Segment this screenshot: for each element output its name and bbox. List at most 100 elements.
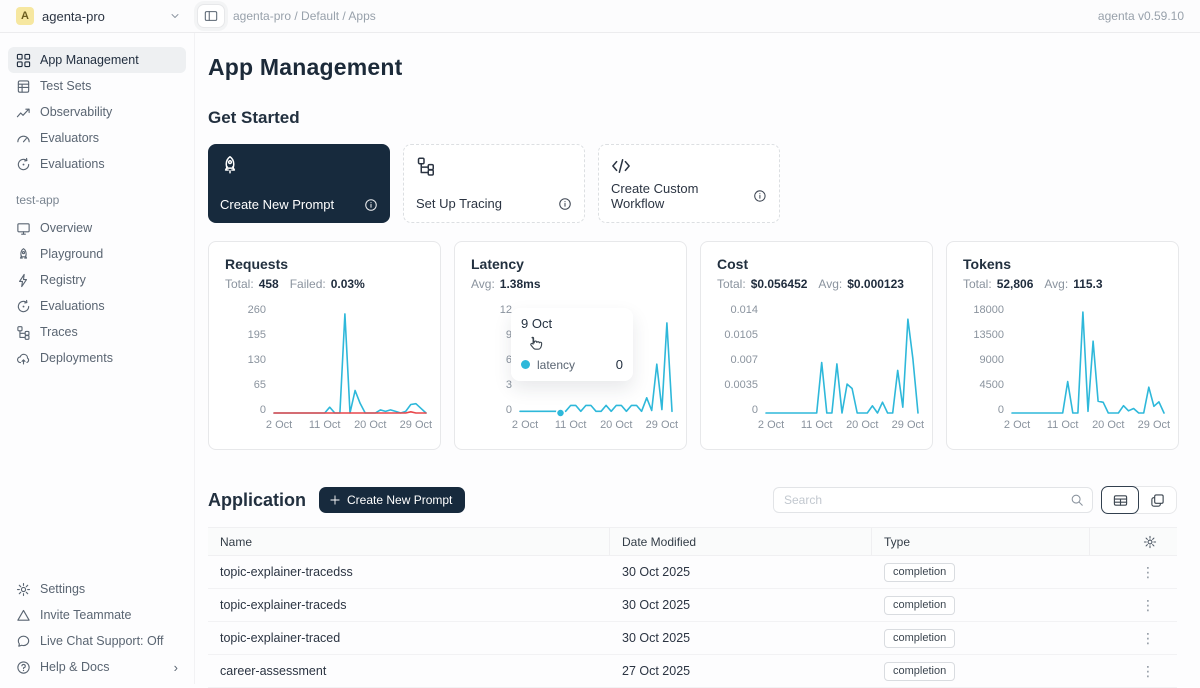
x-tick-label: 11 Oct bbox=[309, 419, 341, 431]
row-menu-button[interactable]: ⋮ bbox=[1090, 597, 1177, 614]
sidebar-item-test-sets[interactable]: Test Sets bbox=[8, 73, 186, 99]
sidebar-item-evaluations[interactable]: Evaluations bbox=[8, 151, 186, 177]
tree-icon bbox=[416, 156, 436, 176]
sidebar-item-deployments[interactable]: Deployments bbox=[8, 345, 186, 371]
search-input[interactable] bbox=[784, 493, 1070, 507]
sidebar-item-help-docs[interactable]: Help & Docs › bbox=[8, 654, 186, 680]
create-custom-workflow-card[interactable]: Create Custom Workflow bbox=[598, 144, 780, 223]
y-tick-label: 0 bbox=[752, 404, 758, 416]
top-header-bar: A agenta-pro agenta-pro / Default / Apps… bbox=[0, 0, 1200, 33]
stat-value: 0.03% bbox=[331, 277, 365, 291]
sidebar-item-traces[interactable]: Traces bbox=[8, 319, 186, 345]
y-tick-label: 4500 bbox=[980, 379, 1004, 391]
chart-plot[interactable] bbox=[766, 309, 918, 415]
y-tick-label: 0.0035 bbox=[724, 379, 758, 391]
chart-stats: Total:52,806Avg:115.3 bbox=[963, 277, 1164, 291]
info-icon[interactable] bbox=[753, 189, 767, 203]
refresh-circle-icon bbox=[16, 157, 31, 172]
table-view-icon bbox=[1113, 493, 1128, 508]
stat-label: Total: bbox=[717, 277, 746, 291]
tree-icon bbox=[16, 325, 31, 340]
workspace-selector[interactable]: A agenta-pro bbox=[0, 7, 195, 25]
workspace-avatar: A bbox=[16, 7, 34, 25]
search-icon[interactable] bbox=[1070, 493, 1084, 507]
sidebar-footer: Settings Invite Teammate Live Chat Suppo… bbox=[8, 576, 186, 680]
sidebar-toggle-button[interactable] bbox=[197, 4, 225, 28]
y-tick-label: 9000 bbox=[980, 354, 1004, 366]
refresh-circle-icon bbox=[16, 299, 31, 314]
stat-value: 115.3 bbox=[1073, 277, 1102, 291]
chart-plot[interactable] bbox=[274, 309, 426, 415]
hand-cursor-icon bbox=[525, 334, 545, 354]
main-content: App Management Get Started Create New Pr… bbox=[195, 33, 1200, 684]
sidebar-item-label: Test Sets bbox=[40, 79, 91, 93]
date-modified: 30 Oct 2025 bbox=[610, 565, 872, 579]
column-header-name[interactable]: Name bbox=[208, 528, 610, 555]
card-view-icon bbox=[1150, 493, 1165, 508]
stat-value: 52,806 bbox=[997, 277, 1034, 291]
sidebar-item-label: Invite Teammate bbox=[40, 608, 131, 622]
card-view-button[interactable] bbox=[1138, 487, 1176, 513]
sidebar-item-live-chat[interactable]: Live Chat Support: Off bbox=[8, 628, 186, 654]
sidebar-item-label: Playground bbox=[40, 247, 103, 261]
type-badge: completion bbox=[884, 563, 955, 582]
sidebar-item-label: Live Chat Support: Off bbox=[40, 634, 163, 648]
info-icon[interactable] bbox=[558, 197, 572, 211]
sidebar-item-evaluators[interactable]: Evaluators bbox=[8, 125, 186, 151]
sidebar-item-app-management[interactable]: App Management bbox=[8, 47, 186, 73]
table-row[interactable]: career-assessment 27 Oct 2025 completion… bbox=[208, 655, 1177, 688]
row-menu-button[interactable]: ⋮ bbox=[1090, 630, 1177, 647]
column-settings-gear-icon[interactable] bbox=[1143, 535, 1157, 549]
get-started-cards: Create New Prompt Set Up Tracing Create … bbox=[208, 144, 1200, 223]
sidebar-item-label: Deployments bbox=[40, 351, 113, 365]
column-header-date-modified[interactable]: Date Modified bbox=[610, 528, 872, 555]
sidebar-item-label: Evaluators bbox=[40, 131, 99, 145]
sidebar-item-playground[interactable]: Playground bbox=[8, 241, 186, 267]
cost-chart-card: Cost Total:$0.056452Avg:$0.000123 0.0140… bbox=[700, 241, 933, 450]
sidebar-item-registry[interactable]: Registry bbox=[8, 267, 186, 293]
y-axis-ticks: 0.0140.01050.0070.00350 bbox=[717, 304, 758, 416]
info-icon[interactable] bbox=[364, 198, 378, 212]
x-axis-ticks: 2 Oct11 Oct20 Oct29 Oct bbox=[520, 419, 672, 435]
y-tick-label: 18000 bbox=[973, 304, 1004, 316]
table-row[interactable]: topic-explainer-traceds 30 Oct 2025 comp… bbox=[208, 589, 1177, 622]
sidebar-item-overview[interactable]: Overview bbox=[8, 215, 186, 241]
grid-icon bbox=[16, 53, 31, 68]
metrics-charts-row: Requests Total:458Failed:0.03% 260195130… bbox=[208, 241, 1200, 450]
sidebar-item-app-evaluations[interactable]: Evaluations bbox=[8, 293, 186, 319]
sidebar-item-label: Observability bbox=[40, 105, 112, 119]
row-menu-button[interactable]: ⋮ bbox=[1090, 564, 1177, 581]
create-new-prompt-card[interactable]: Create New Prompt bbox=[208, 144, 390, 223]
sidebar-item-observability[interactable]: Observability bbox=[8, 99, 186, 125]
x-tick-label: 2 Oct bbox=[512, 419, 538, 431]
get-started-heading: Get Started bbox=[208, 108, 1200, 128]
sidebar-item-invite-teammate[interactable]: Invite Teammate bbox=[8, 602, 186, 628]
x-tick-label: 29 Oct bbox=[646, 419, 678, 431]
page-title: App Management bbox=[208, 54, 1200, 81]
column-header-type[interactable]: Type bbox=[872, 528, 1090, 555]
rocket-icon bbox=[220, 155, 240, 175]
sidebar-item-settings[interactable]: Settings bbox=[8, 576, 186, 602]
create-new-prompt-button[interactable]: Create New Prompt bbox=[319, 487, 465, 513]
row-menu-button[interactable]: ⋮ bbox=[1090, 663, 1177, 680]
card-label: Create New Prompt bbox=[220, 197, 334, 212]
chart-plot[interactable] bbox=[1012, 309, 1164, 415]
workspace-name: agenta-pro bbox=[42, 9, 161, 24]
app-name: topic-explainer-traceds bbox=[208, 598, 610, 612]
app-name: career-assessment bbox=[208, 664, 610, 678]
set-up-tracing-card[interactable]: Set Up Tracing bbox=[403, 144, 585, 223]
x-tick-label: 2 Oct bbox=[266, 419, 292, 431]
chart-title: Tokens bbox=[963, 256, 1164, 272]
y-tick-label: 3 bbox=[506, 379, 512, 391]
x-axis-ticks: 2 Oct11 Oct20 Oct29 Oct bbox=[274, 419, 426, 435]
x-tick-label: 2 Oct bbox=[758, 419, 784, 431]
table-view-button[interactable] bbox=[1101, 486, 1139, 514]
x-tick-label: 29 Oct bbox=[892, 419, 924, 431]
type-badge: completion bbox=[884, 596, 955, 615]
y-tick-label: 12 bbox=[500, 304, 512, 316]
sidebar: App Management Test Sets Observability E… bbox=[0, 33, 195, 684]
table-row[interactable]: topic-explainer-tracedss 30 Oct 2025 com… bbox=[208, 556, 1177, 589]
table-row[interactable]: topic-explainer-traced 30 Oct 2025 compl… bbox=[208, 622, 1177, 655]
app-name: topic-explainer-tracedss bbox=[208, 565, 610, 579]
plus-icon bbox=[329, 494, 341, 506]
